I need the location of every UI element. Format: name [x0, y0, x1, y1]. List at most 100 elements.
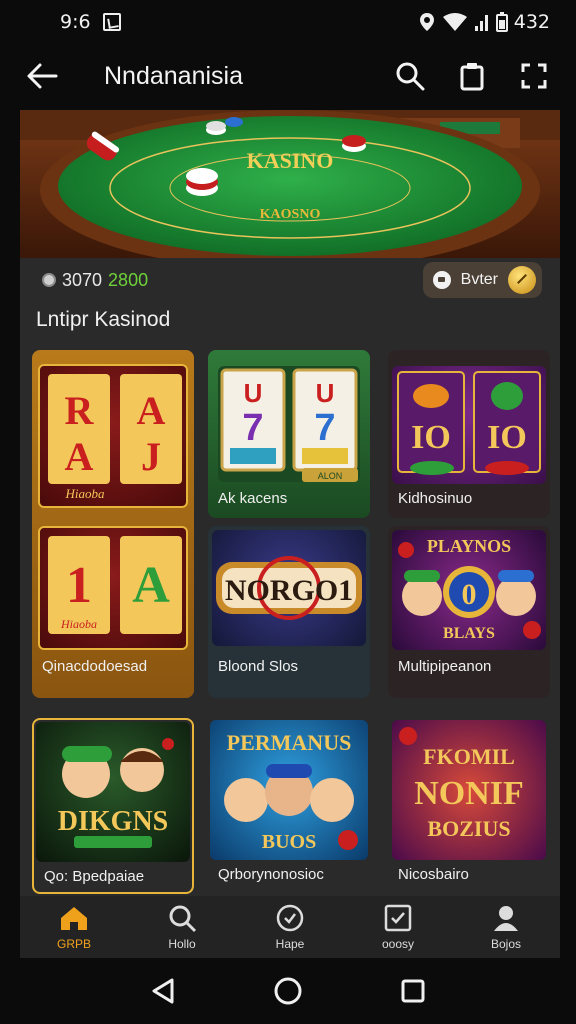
coin-icon [276, 904, 304, 932]
search-icon [396, 62, 425, 91]
search-icon [169, 905, 197, 933]
signal-icon [474, 15, 488, 31]
norgo-text: NORGO1 [225, 574, 353, 607]
game-card[interactable]: IO IO Kidhosinuo [388, 350, 550, 518]
profile-icon [494, 906, 518, 931]
square-recents-icon [401, 979, 425, 1003]
nav-label: Bojos [490, 937, 522, 951]
game-label: Qo: Bpedpaiae [44, 868, 145, 885]
game-label: Bloond Slos [218, 658, 299, 675]
nav-label: Hollo [168, 937, 196, 951]
svg-text:IO: IO [411, 419, 451, 456]
system-back-button[interactable] [143, 971, 183, 1011]
hero-banner[interactable]: KASINO KAOSNO [20, 110, 560, 258]
main-content: KASINO KAOSNO 3070 2800 Bvter Lntipr Kas… [20, 110, 560, 896]
svg-text:BUOS: BUOS [262, 831, 316, 853]
wifi-icon [442, 13, 467, 31]
balance-row: 3070 2800 Bvter [20, 260, 560, 300]
bottom-nav: GRPB Hollo Hape ooosy Bojos [20, 896, 560, 958]
slot-art-raj: R A A J Hiaoba [48, 374, 182, 501]
app-bar: Nndananisia [0, 44, 576, 108]
svg-text:7: 7 [242, 407, 263, 449]
location-icon [419, 13, 434, 31]
arrow-left-icon [27, 63, 58, 89]
back-button[interactable] [22, 56, 62, 96]
battery-icon [495, 12, 508, 32]
svg-text:Hiaoba: Hiaoba [65, 486, 106, 501]
game-card[interactable]: R A A J Hiaoba 1 A Hiaoba Qinacdodoesad [32, 350, 194, 698]
clipboard-icon [460, 63, 484, 91]
nav-item-profile[interactable]: Bojos [461, 903, 551, 951]
svg-text:FKOMIL: FKOMIL [423, 744, 515, 769]
system-home-button[interactable] [268, 971, 308, 1011]
nav-label: GRPB [56, 937, 91, 951]
game-label: Qinacdodoesad [42, 658, 148, 675]
game-card[interactable]: PLAYNOS 0 BLAYS Multipipeanon [388, 526, 550, 698]
svg-text:ALON: ALON [318, 471, 343, 481]
game-label: Nicosbairo [398, 866, 469, 883]
game-card[interactable]: FKOMIL NONIF BOZIUS Nicosbairo [388, 718, 550, 894]
svg-text:0: 0 [462, 578, 477, 611]
svg-text:R: R [65, 388, 95, 433]
check-box-icon [384, 904, 412, 932]
enter-button[interactable]: Bvter [422, 262, 542, 298]
svg-text:U: U [316, 378, 335, 408]
enter-button-label: Bvter [460, 271, 498, 288]
fullscreen-button[interactable] [518, 60, 550, 92]
triangle-back-icon [152, 978, 174, 1004]
svg-text:A: A [137, 388, 166, 433]
svg-text:A: A [132, 557, 170, 614]
game-card-1-label-holder [32, 500, 194, 501]
slot-art-77: U U 7 7 ALON [220, 368, 358, 482]
game-label: Multipipeanon [398, 658, 492, 675]
svg-text:J: J [141, 434, 161, 479]
svg-text:NONIF: NONIF [414, 775, 524, 812]
game-card[interactable]: DIKGNS Qo: Bpedpaiae [32, 718, 194, 894]
game-card[interactable]: U U 7 7 ALON Ak kacens [208, 350, 370, 518]
svg-text:1: 1 [66, 557, 92, 614]
nav-item-search[interactable]: Hollo [137, 903, 227, 951]
fullscreen-icon [521, 63, 547, 89]
search-button[interactable] [394, 60, 426, 92]
slot-art-1a: 1 A Hiaoba [48, 536, 182, 634]
battery-text: 432 [513, 11, 550, 33]
page-title: Nndananisia [104, 61, 243, 90]
coin-icon [42, 273, 56, 287]
game-card[interactable]: NORGO1 Bloond Slos [208, 526, 370, 698]
circle-home-icon [274, 977, 302, 1005]
svg-text:U: U [244, 378, 263, 408]
nav-item-home[interactable]: GRPB [29, 903, 119, 951]
section-title: Lntipr Kasinod [36, 308, 171, 331]
system-recents-button[interactable] [393, 971, 433, 1011]
clipboard-button[interactable] [456, 60, 488, 92]
casino-table-image: KASINO KAOSNO [20, 110, 560, 258]
slot-art-playnos: PLAYNOS 0 BLAYS [398, 536, 541, 642]
nav-item-coin[interactable]: Hape [245, 903, 335, 951]
svg-text:Hiaoba: Hiaoba [60, 617, 97, 631]
table-subtitle-text: KAOSNO [260, 207, 321, 222]
game-card[interactable]: PERMANUS BUOS Qrborynonosioc [208, 718, 370, 894]
slot-art-norgo: NORGO1 [216, 556, 362, 620]
svg-text:IO: IO [487, 419, 527, 456]
game-label: Qrborynonosioc [218, 866, 324, 883]
balance-display: 3070 2800 [42, 270, 148, 291]
app-screen: 9:6 432 Nndananisia KASINO KAOSNO 3070 2… [0, 0, 576, 1024]
svg-text:BOZIUS: BOZIUS [427, 816, 510, 841]
game-label: Ak kacens [218, 490, 288, 507]
nav-label: Hape [275, 937, 305, 951]
game-label: Kidhosinuo [398, 490, 473, 507]
svg-text:PERMANUS: PERMANUS [227, 730, 352, 755]
slot-art-permanus: PERMANUS BUOS [224, 730, 358, 853]
slot-art-nonif: FKOMIL NONIF BOZIUS [399, 727, 524, 841]
svg-text:PLAYNOS: PLAYNOS [427, 536, 511, 556]
nav-item-tasks[interactable]: ooosy [353, 903, 443, 951]
chat-icon [432, 271, 451, 289]
svg-text:A: A [65, 434, 94, 479]
svg-text:DIKGNS: DIKGNS [58, 806, 168, 837]
status-time: 9:6 [60, 11, 91, 33]
system-nav-bar [0, 958, 576, 1024]
table-title-text: KASINO [247, 148, 334, 173]
status-bar: 9:6 432 [0, 0, 576, 44]
bonus-amount: 2800 [108, 269, 149, 290]
svg-text:BLAYS: BLAYS [443, 625, 495, 642]
